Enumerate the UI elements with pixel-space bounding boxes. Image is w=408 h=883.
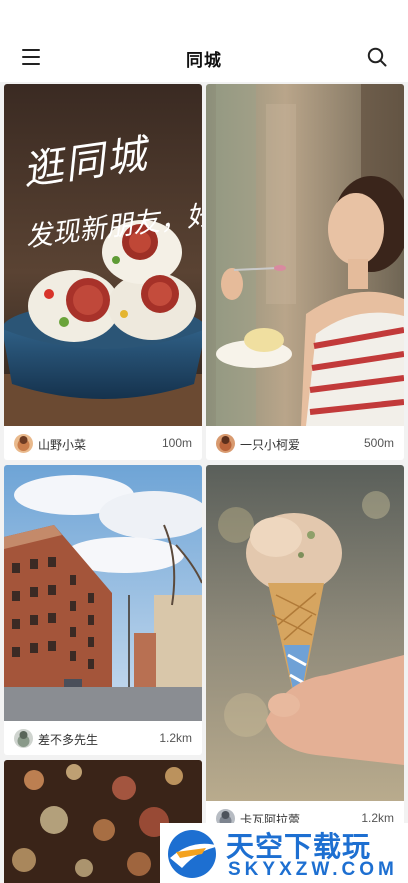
avatar bbox=[216, 434, 235, 453]
brand-logo-icon bbox=[168, 830, 220, 878]
page-title: 同城 bbox=[186, 51, 222, 70]
feed-card[interactable]: 一只小柯爱 500m bbox=[206, 84, 404, 460]
avatar bbox=[14, 729, 33, 748]
watermark-url: SKYXZW.COM bbox=[228, 859, 398, 880]
author-name: 山野小菜 bbox=[38, 438, 87, 452]
author-name: 差不多先生 bbox=[38, 733, 99, 747]
card-photo-woman-dessert bbox=[206, 84, 404, 426]
card-photo-street-building bbox=[4, 465, 202, 721]
feed-card[interactable]: 逛同城 发现新朋友，好去处 山野小菜 100m bbox=[4, 84, 202, 460]
card-photo-ice-cream bbox=[206, 465, 404, 801]
card-meta: 山野小菜 100m bbox=[4, 426, 202, 460]
card-meta: 差不多先生 1.2km bbox=[4, 721, 202, 755]
card-photo-rice-balls: 逛同城 发现新朋友，好去处 bbox=[4, 84, 202, 426]
feed-card[interactable]: 差不多先生 1.2km bbox=[4, 465, 202, 755]
search-icon[interactable] bbox=[367, 47, 387, 67]
feed-card[interactable]: 卡瓦阿拉蕾 1.2km bbox=[206, 465, 404, 835]
author-name: 一只小柯爱 bbox=[240, 438, 301, 452]
watermark: 天空下载玩 SKYXZW.COM bbox=[160, 823, 408, 883]
top-bar: 同城 bbox=[0, 0, 408, 82]
distance-label: 500m bbox=[363, 436, 394, 450]
distance-label: 100m bbox=[161, 436, 192, 450]
distance-label: 1.2km bbox=[159, 731, 192, 745]
avatar bbox=[14, 434, 33, 453]
card-meta: 一只小柯爱 500m bbox=[206, 426, 404, 460]
